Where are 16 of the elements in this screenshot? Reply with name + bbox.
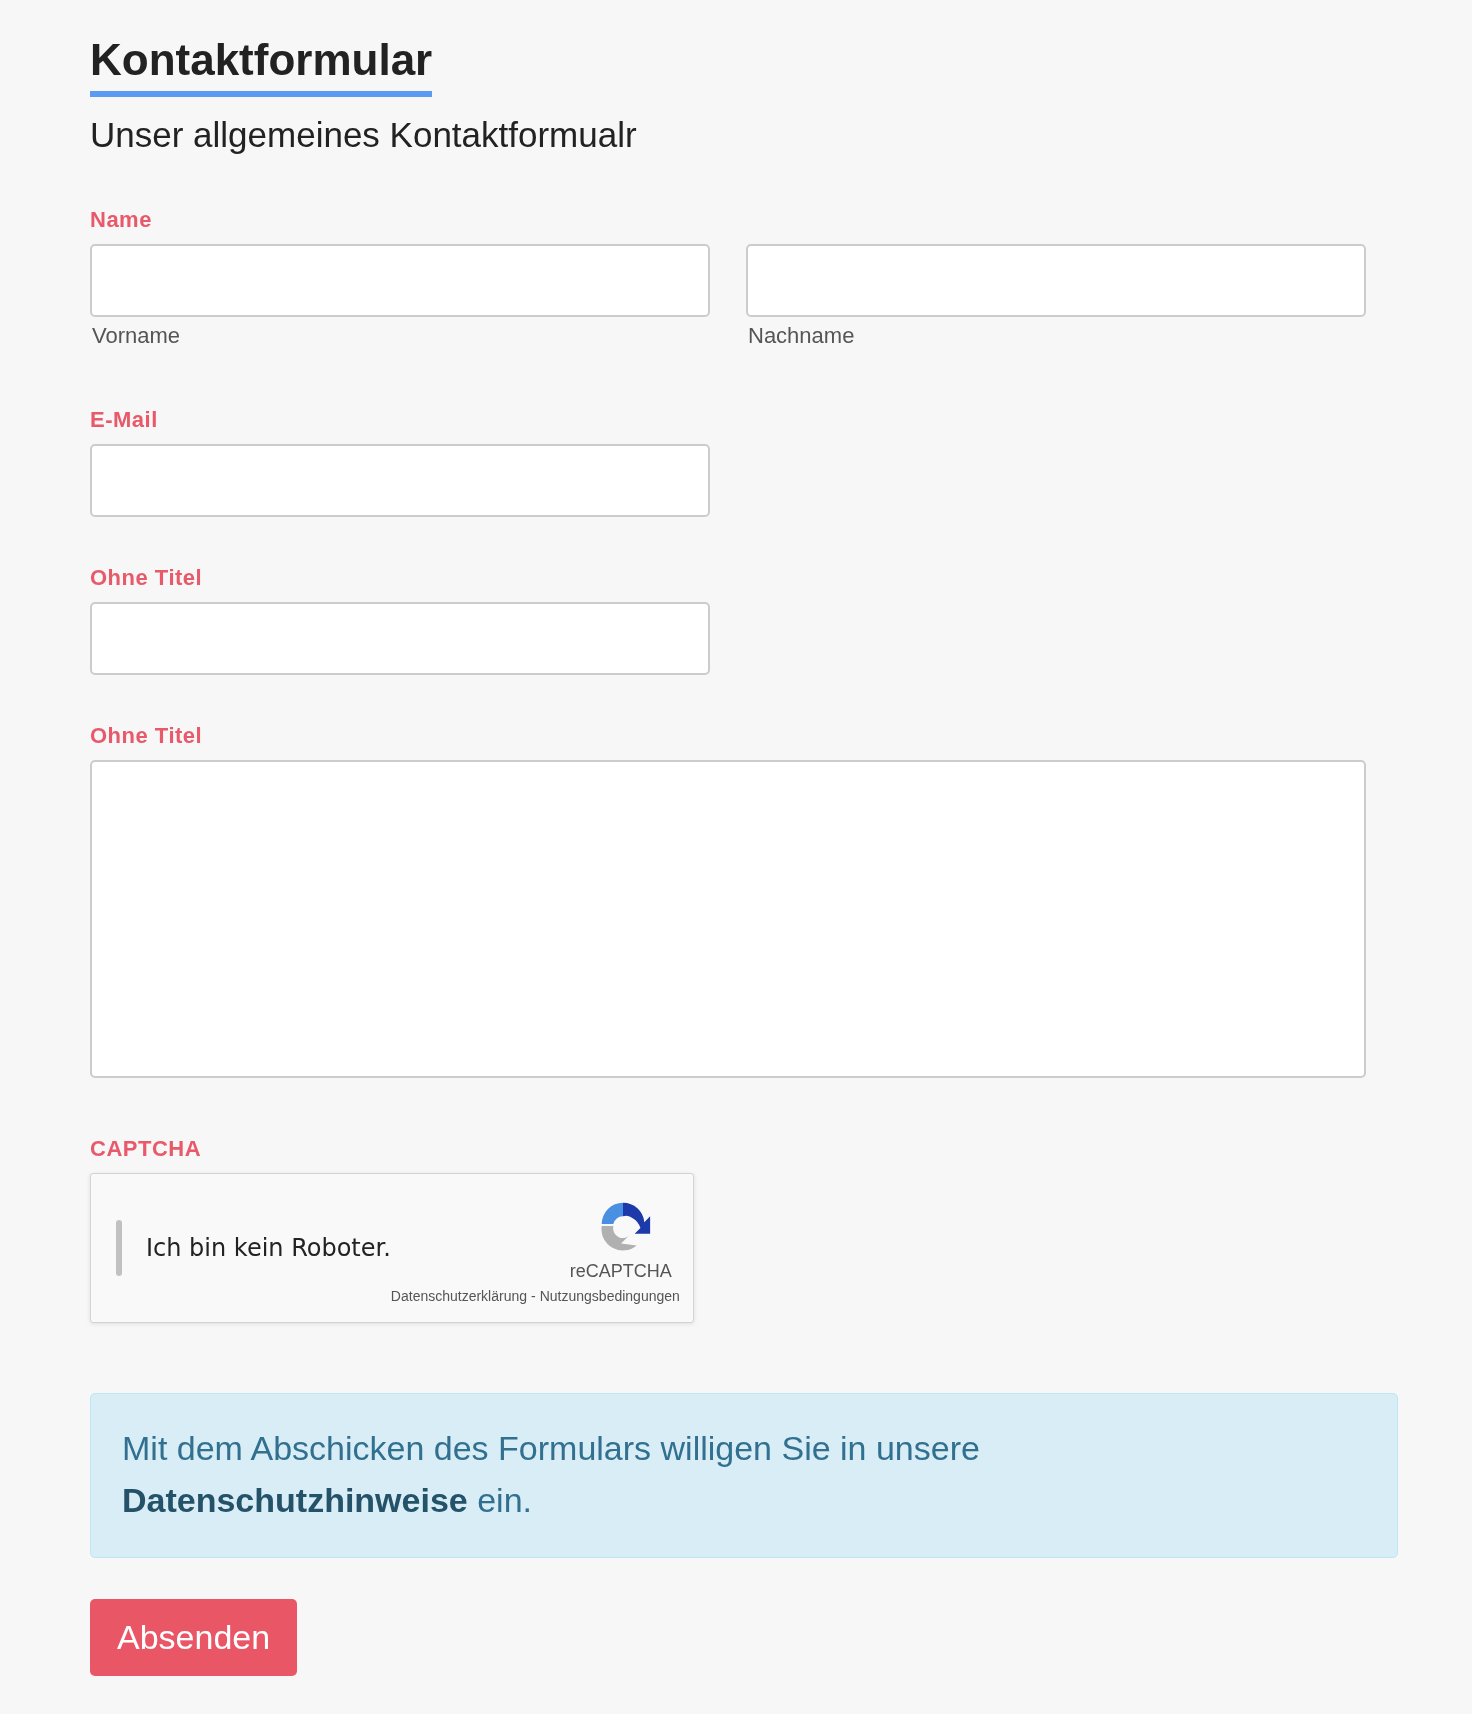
captcha-brand: reCAPTCHA	[569, 1261, 672, 1283]
field-label: E-Mail	[90, 406, 159, 433]
field-hint: Nachname	[748, 322, 856, 349]
form-title: Kontaktformular	[90, 34, 433, 97]
captcha-text: Ich bin kein Roboter.	[146, 1233, 391, 1262]
privacy-notice-link[interactable]: Datenschutzhinweise	[122, 1481, 468, 1520]
field-label: Ohne Titel	[90, 722, 204, 749]
privacy-link[interactable]: Datenschutzerklärung	[390, 1288, 528, 1305]
separator: -	[531, 1288, 536, 1305]
field-label: Name	[90, 206, 153, 233]
consent-text: Mit dem Abschicken des Formulars willigen Sie in unsere Datenschutzhinweise ein.	[122, 1427, 981, 1522]
terms-link[interactable]: Nutzungsbedingungen	[539, 1288, 680, 1305]
form-subtitle: Unser allgemeines Kontaktformualr	[90, 114, 638, 155]
field-label: CAPTCHA	[90, 1135, 203, 1162]
field-label: Ohne Titel	[90, 564, 204, 591]
field-hint: Vorname	[92, 322, 182, 349]
